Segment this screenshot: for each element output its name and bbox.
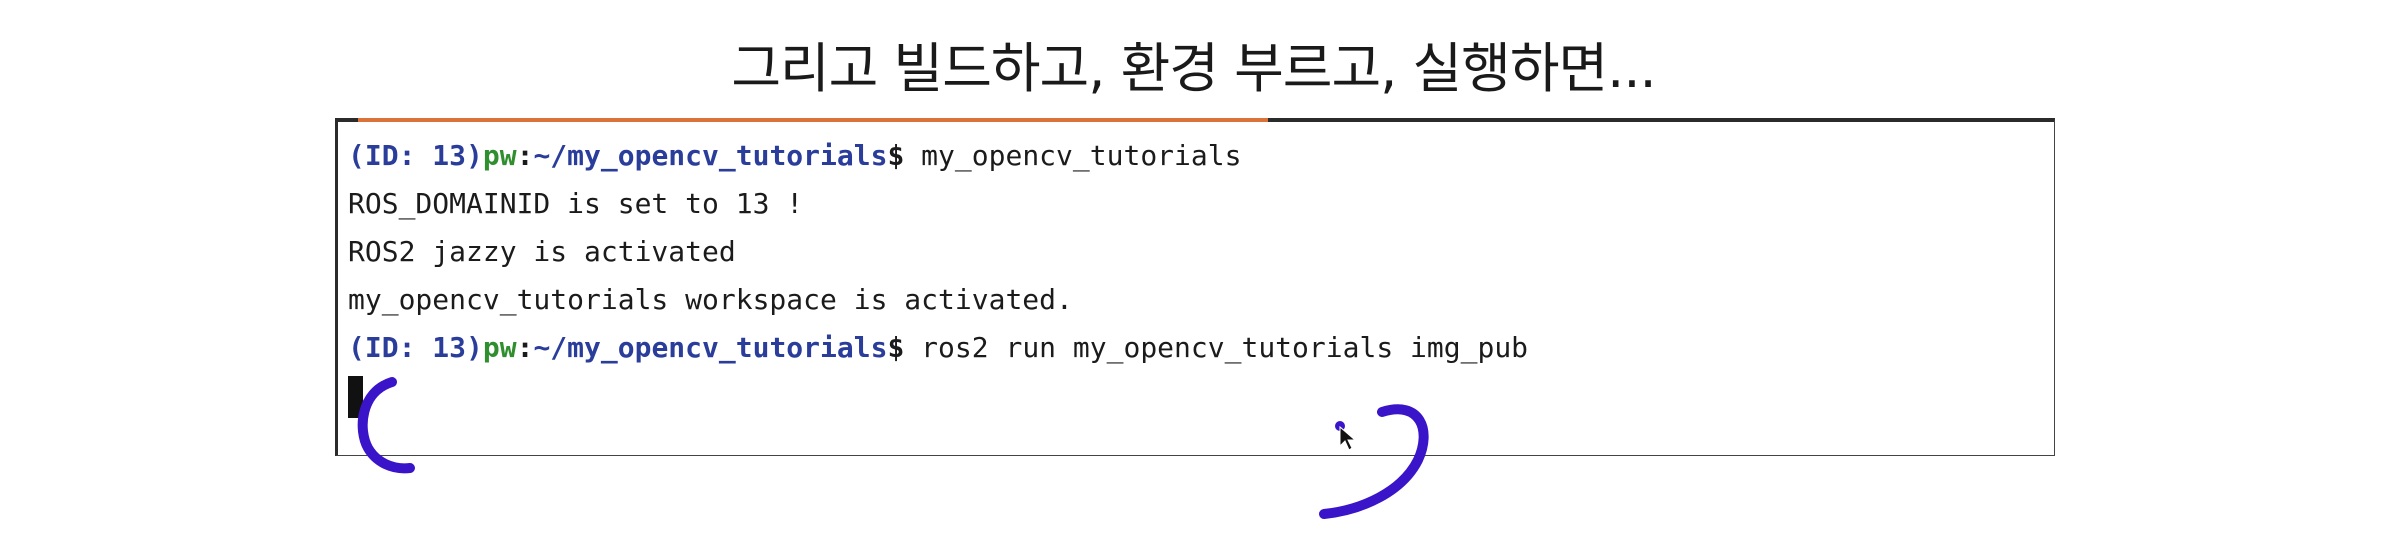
prompt-path: ~/my_opencv_tutorials [533, 139, 888, 172]
terminal-output[interactable]: (ID: 13)pw:~/my_opencv_tutorials$ my_ope… [348, 132, 2044, 445]
subtitle-caption: 그리고 빌드하고, 환경 부르고, 실행하면... [731, 37, 1656, 100]
terminal-cursor-line [348, 372, 2044, 420]
terminal-output-line: my_opencv_tutorials workspace is activat… [348, 283, 1073, 316]
prompt-dollar: $ [887, 139, 905, 172]
prompt-command: my_opencv_tutorials [904, 139, 1242, 172]
terminal-output-line: ROS_DOMAINID is set to 13 ! [348, 187, 804, 220]
terminal-prompt-line: (ID: 13)pw:~/my_opencv_tutorials$ ros2 r… [348, 324, 2044, 372]
prompt-path: ~/my_opencv_tutorials [533, 331, 888, 364]
prompt-domain-id: (ID: 13) [348, 331, 483, 364]
prompt-command: ros2 run my_opencv_tutorials img_pub [904, 331, 1529, 364]
prompt-user: pw [482, 139, 517, 172]
terminal-tab-accent [358, 118, 1268, 122]
terminal-prompt-line: (ID: 13)pw:~/my_opencv_tutorials$ my_ope… [348, 132, 2044, 180]
prompt-separator: : [516, 331, 534, 364]
prompt-dollar: $ [887, 331, 905, 364]
terminal-output-line: ROS2 jazzy is activated [348, 235, 736, 268]
prompt-domain-id: (ID: 13) [348, 139, 483, 172]
video-frame: 그리고 빌드하고, 환경 부르고, 실행하면... (ID: 13)pw:~/m… [0, 0, 2387, 543]
terminal-cursor [348, 376, 363, 418]
terminal-window[interactable]: (ID: 13)pw:~/my_opencv_tutorials$ my_ope… [335, 118, 2055, 456]
prompt-user: pw [482, 331, 517, 364]
prompt-separator: : [516, 139, 534, 172]
